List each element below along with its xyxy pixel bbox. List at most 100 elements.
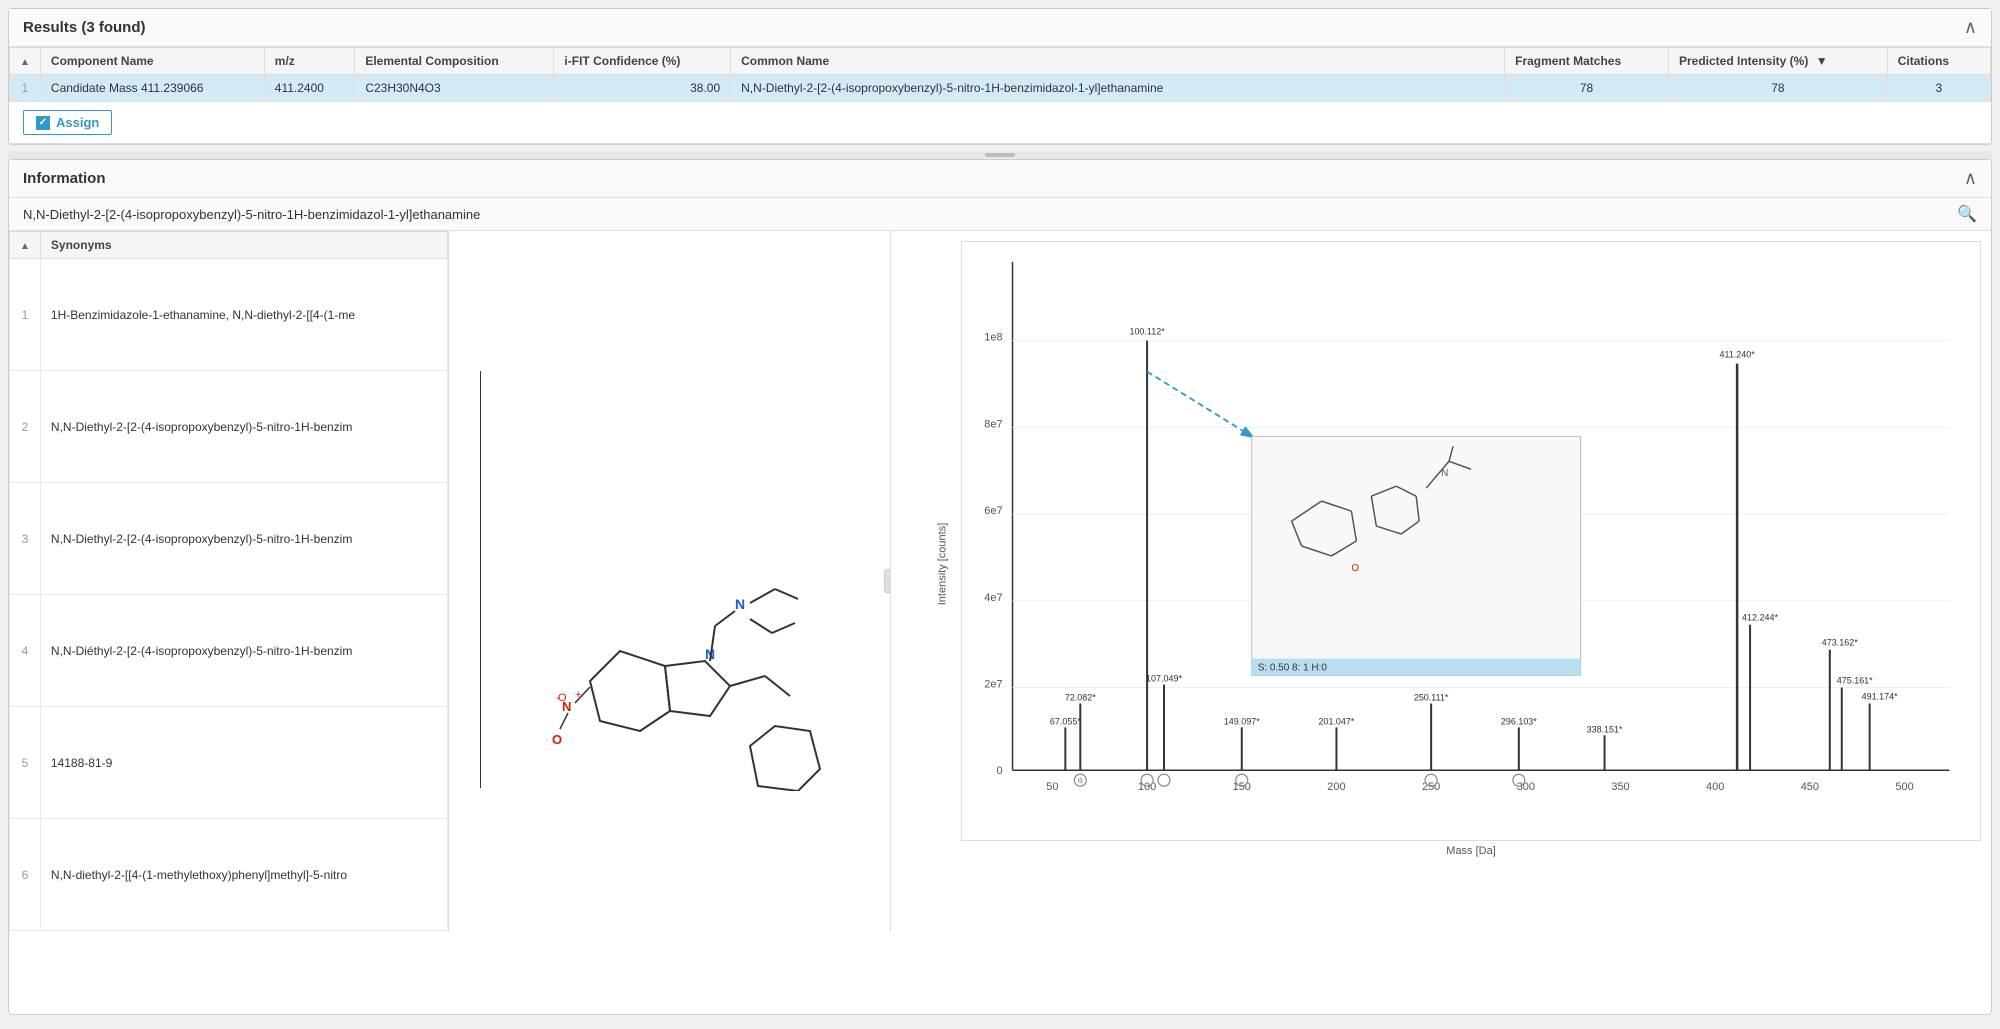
assign-checkbox-icon: ✓ (36, 116, 50, 130)
info-panel-header: Information ∧ (9, 160, 1991, 198)
th-fragment-matches[interactable]: Fragment Matches (1505, 48, 1669, 75)
results-title: Results (3 found) (23, 19, 146, 36)
search-icon[interactable]: 🔍 (1957, 204, 1977, 224)
synonym-name: N,N-Diéthyl-2-[2-(4-isopropoxybenzyl)-5-… (40, 595, 447, 707)
th-common-name[interactable]: Common Name (731, 48, 1505, 75)
svg-text:-: - (556, 692, 560, 704)
svg-text:100.112*: 100.112* (1129, 327, 1165, 337)
predicted-intensity-sort-icon: ▼ (1816, 54, 1828, 68)
results-panel-header: Results (3 found) ∧ (9, 9, 1991, 47)
synonym-name: 14188-81-9 (40, 707, 447, 819)
molecule-structure-svg: N N O - + O O (480, 371, 860, 791)
svg-text:338.151*: 338.151* (1587, 724, 1623, 734)
svg-text:N: N (735, 596, 745, 612)
svg-text:67.055*: 67.055* (1050, 716, 1081, 726)
syn-row-num: 3 (10, 483, 41, 595)
svg-text:4e7: 4e7 (984, 592, 1002, 604)
synonym-name: N,N-diethyl-2-[[4-(1-methylethoxy)phenyl… (40, 819, 447, 931)
molecule-resize-handle[interactable]: ⋮ (884, 569, 891, 593)
mz-cell: 411.2400 (264, 75, 355, 102)
elemental-composition-cell: C23H30N4O3 (355, 75, 554, 102)
svg-text:107.049*: 107.049* (1146, 674, 1182, 684)
spectrum-chart-svg: 0 2e7 4e7 6e7 8e7 1e8 50 100 150 (961, 241, 1981, 841)
th-sort[interactable]: ▲ (10, 48, 41, 75)
svg-text:149.097*: 149.097* (1224, 716, 1260, 726)
svg-text:411.240*: 411.240* (1719, 350, 1755, 360)
spectrum-panel: Intensity [counts] 0 2e7 4e7 6e7 8e7 1e8 (891, 231, 1991, 931)
th-ifit-confidence[interactable]: i-FIT Confidence (%) (554, 48, 731, 75)
common-name-cell: N,N-Diethyl-2-[2-(4-isopropoxybenzyl)-5-… (731, 75, 1505, 102)
th-mz[interactable]: m/z (264, 48, 355, 75)
svg-text:8e7: 8e7 (984, 418, 1002, 430)
list-item[interactable]: 6 N,N-diethyl-2-[[4-(1-methylethoxy)phen… (10, 819, 448, 931)
svg-text:296.103*: 296.103* (1501, 716, 1537, 726)
x-axis-label: Mass [Da] (961, 845, 1981, 857)
assign-label: Assign (56, 115, 99, 130)
synonyms-table: ▲ Synonyms 1 1H-Benzimidazole-1-ethanami… (9, 231, 448, 931)
th-predicted-intensity[interactable]: Predicted Intensity (%) ▼ (1668, 48, 1887, 75)
synonym-name: N,N-Diethyl-2-[2-(4-isopropoxybenzyl)-5-… (40, 483, 447, 595)
synonym-name: N,N-Diethyl-2-[2-(4-isopropoxybenzyl)-5-… (40, 371, 447, 483)
svg-text:250: 250 (1422, 781, 1440, 793)
syn-row-num: 6 (10, 819, 41, 931)
info-collapse-icon[interactable]: ∧ (1964, 168, 1977, 189)
svg-text:300: 300 (1517, 781, 1535, 793)
svg-text:475.161*: 475.161* (1837, 676, 1873, 686)
svg-text:O: O (552, 732, 562, 747)
svg-text:O: O (805, 789, 815, 791)
component-name-cell: Candidate Mass 411.239066 (40, 75, 264, 102)
svg-text:⚙: ⚙ (1077, 777, 1083, 785)
syn-row-num: 1 (10, 259, 41, 371)
th-component-name[interactable]: Component Name (40, 48, 264, 75)
list-item[interactable]: 3 N,N-Diethyl-2-[2-(4-isopropoxybenzyl)-… (10, 483, 448, 595)
svg-text:6e7: 6e7 (984, 505, 1002, 517)
resize-dot (985, 153, 1015, 157)
fragment-matches-cell: 78 (1505, 75, 1669, 102)
svg-text:O: O (1351, 563, 1359, 574)
svg-text:200: 200 (1327, 781, 1345, 793)
info-title-bar: N,N-Diethyl-2-[2-(4-isopropoxybenzyl)-5-… (9, 198, 1991, 231)
assign-bar: ✓ Assign (9, 102, 1991, 144)
svg-text:1e8: 1e8 (984, 332, 1002, 344)
svg-text:72.082*: 72.082* (1065, 692, 1096, 702)
svg-text:500: 500 (1895, 781, 1913, 793)
svg-text:50: 50 (1046, 781, 1058, 793)
assign-button[interactable]: ✓ Assign (23, 110, 112, 135)
synonyms-header-row: ▲ Synonyms (10, 232, 448, 259)
svg-text:201.047*: 201.047* (1318, 716, 1354, 726)
ifit-confidence-cell: 38.00 (554, 75, 731, 102)
svg-text:400: 400 (1706, 781, 1724, 793)
svg-text:2e7: 2e7 (984, 679, 1002, 691)
svg-text:S: 0.50 8: 1 H:0: S: 0.50 8: 1 H:0 (1258, 663, 1328, 674)
panel-resize-bar[interactable] (8, 151, 1992, 159)
th-citations[interactable]: Citations (1887, 48, 1990, 75)
svg-text:0: 0 (996, 765, 1002, 777)
svg-text:412.244*: 412.244* (1742, 613, 1778, 623)
list-item[interactable]: 1 1H-Benzimidazole-1-ethanamine, N,N-die… (10, 259, 448, 371)
syn-row-num: 5 (10, 707, 41, 819)
citations-cell: 3 (1887, 75, 1990, 102)
results-table: ▲ Component Name m/z Elemental Compositi… (9, 47, 1991, 102)
molecule-panel: N N O - + O O (449, 231, 891, 931)
th-elemental-composition[interactable]: Elemental Composition (355, 48, 554, 75)
results-panel: Results (3 found) ∧ ▲ Component Name m/z… (8, 8, 1992, 145)
list-item[interactable]: 4 N,N-Diéthyl-2-[2-(4-isopropoxybenzyl)-… (10, 595, 448, 707)
svg-text:450: 450 (1801, 781, 1819, 793)
syn-row-num: 4 (10, 595, 41, 707)
syn-row-num: 2 (10, 371, 41, 483)
svg-text:100: 100 (1138, 781, 1156, 793)
results-table-container: ▲ Component Name m/z Elemental Compositi… (9, 47, 1991, 102)
info-content: ▲ Synonyms 1 1H-Benzimidazole-1-ethanami… (9, 231, 1991, 931)
svg-text:150: 150 (1233, 781, 1251, 793)
results-collapse-icon[interactable]: ∧ (1964, 17, 1977, 38)
synonym-name: 1H-Benzimidazole-1-ethanamine, N,N-dieth… (40, 259, 447, 371)
list-item[interactable]: 5 14188-81-9 (10, 707, 448, 819)
predicted-intensity-cell: 78 (1668, 75, 1887, 102)
table-row[interactable]: 1 Candidate Mass 411.239066 411.2400 C23… (10, 75, 1991, 102)
results-table-header-row: ▲ Component Name m/z Elemental Compositi… (10, 48, 1991, 75)
th-syn-num: ▲ (10, 232, 41, 259)
compound-name: N,N-Diethyl-2-[2-(4-isopropoxybenzyl)-5-… (23, 207, 480, 222)
info-title: Information (23, 170, 106, 187)
list-item[interactable]: 2 N,N-Diethyl-2-[2-(4-isopropoxybenzyl)-… (10, 371, 448, 483)
sort-arrow-icon: ▲ (20, 57, 30, 68)
